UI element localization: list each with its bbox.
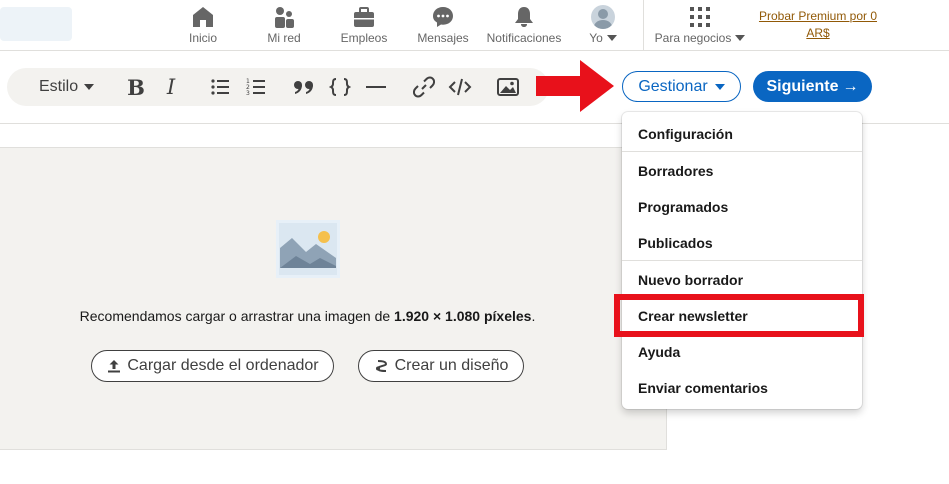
manage-button-label: Gestionar	[638, 77, 708, 95]
numbered-list-icon: 123	[246, 78, 265, 97]
nav-notifications-label: Notificaciones	[486, 31, 562, 45]
nav-for-business-label: Para negocios	[654, 31, 732, 45]
menu-item-published[interactable]: Publicados	[638, 235, 713, 251]
upload-button-label: Cargar desde el ordenador	[127, 357, 319, 374]
premium-trial-link[interactable]: Probar Premium por 0 AR$	[752, 8, 884, 42]
network-icon	[272, 4, 296, 30]
chevron-down-icon	[84, 84, 95, 90]
bulleted-list-button[interactable]	[209, 68, 231, 106]
menu-item-scheduled[interactable]: Programados	[638, 199, 728, 215]
annotation-arrow-icon	[536, 60, 614, 112]
nav-me[interactable]: Yo	[586, 4, 620, 48]
home-icon	[191, 4, 215, 30]
nav-messages[interactable]: Mensajes	[417, 4, 469, 48]
code-icon	[448, 78, 472, 96]
nav-home[interactable]: Inicio	[183, 4, 223, 48]
manage-button[interactable]: Gestionar	[622, 71, 741, 102]
briefcase-icon	[352, 4, 376, 30]
nav-messages-label: Mensajes	[417, 31, 469, 45]
next-button-label: Siguiente	[766, 77, 839, 95]
nav-notifications[interactable]: Notificaciones	[485, 4, 563, 48]
curly-braces-icon	[329, 78, 351, 96]
code-block-button[interactable]	[328, 68, 352, 106]
link-icon	[413, 76, 435, 98]
manage-dropdown-menu: Configuración Borradores Programados Pub…	[622, 112, 862, 409]
premium-line-2: AR$	[806, 26, 830, 40]
menu-item-send-feedback[interactable]: Enviar comentarios	[638, 380, 768, 396]
cover-image-upload-area[interactable]: Recomendamos cargar o arrastrar una imag…	[0, 147, 667, 450]
quote-button[interactable]	[292, 68, 316, 106]
article-editor-screen: Inicio Mi red Empleos Mensajes Notificac	[0, 0, 949, 484]
grid-icon	[689, 4, 711, 30]
nav-divider	[643, 0, 644, 51]
bell-icon	[512, 4, 536, 30]
avatar	[591, 5, 615, 29]
premium-line-1: Probar Premium por 0	[758, 9, 878, 23]
search-box[interactable]	[0, 7, 72, 41]
numbered-list-button[interactable]: 123	[245, 68, 267, 106]
recommendation-dimensions: 1.920 × 1.080 píxeles	[394, 308, 532, 324]
menu-divider	[622, 260, 862, 261]
menu-item-new-draft[interactable]: Nuevo borrador	[638, 272, 743, 288]
nav-me-label: Yo	[589, 31, 603, 45]
next-button[interactable]: Siguiente →	[753, 71, 872, 102]
create-design-button[interactable]: Crear un diseño	[358, 350, 524, 382]
chevron-down-icon	[606, 35, 617, 41]
recommendation-suffix: .	[531, 308, 536, 324]
nav-for-business[interactable]: Para negocios	[654, 4, 746, 48]
embed-code-button[interactable]	[448, 68, 472, 106]
italic-button[interactable]: I	[160, 68, 182, 106]
menu-item-settings[interactable]: Configuración	[638, 126, 733, 142]
recommendation-prefix: Recomendamos cargar o arrastrar una imag…	[79, 308, 395, 324]
nav-jobs-label: Empleos	[340, 31, 388, 45]
divider-button[interactable]	[365, 68, 387, 106]
upload-from-computer-button[interactable]: Cargar desde el ordenador	[91, 350, 334, 382]
insert-image-button[interactable]	[496, 68, 520, 106]
formatting-toolbar: Estilo B I 123	[7, 68, 549, 106]
image-icon	[497, 78, 519, 96]
quote-icon	[294, 81, 313, 94]
chat-icon	[431, 4, 455, 30]
top-navigation-bar: Inicio Mi red Empleos Mensajes Notificac	[0, 0, 949, 51]
menu-item-drafts[interactable]: Borradores	[638, 163, 713, 179]
horizontal-rule-icon	[366, 86, 386, 88]
style-dropdown-label: Estilo	[39, 78, 79, 95]
bold-button[interactable]: B	[125, 68, 147, 106]
nav-jobs[interactable]: Empleos	[340, 4, 388, 48]
image-recommendation-text: Recomendamos cargar o arrastrar una imag…	[0, 308, 615, 324]
link-button[interactable]	[412, 68, 436, 106]
chevron-down-icon	[735, 35, 746, 41]
svg-text:3: 3	[246, 90, 250, 97]
annotation-highlight-box	[614, 294, 864, 337]
design-icon	[375, 360, 387, 372]
menu-item-help[interactable]: Ayuda	[638, 344, 680, 360]
image-placeholder-icon	[276, 220, 340, 278]
nav-my-network[interactable]: Mi red	[263, 4, 305, 48]
bulleted-list-icon	[211, 79, 229, 95]
arrow-right-icon: →	[842, 77, 859, 95]
style-dropdown[interactable]: Estilo	[39, 68, 95, 106]
chevron-down-icon	[714, 83, 725, 90]
nav-home-label: Inicio	[188, 31, 217, 45]
nav-my-network-label: Mi red	[267, 31, 301, 45]
menu-divider	[622, 151, 862, 152]
design-button-label: Crear un diseño	[394, 357, 509, 374]
upload-icon	[108, 360, 121, 373]
